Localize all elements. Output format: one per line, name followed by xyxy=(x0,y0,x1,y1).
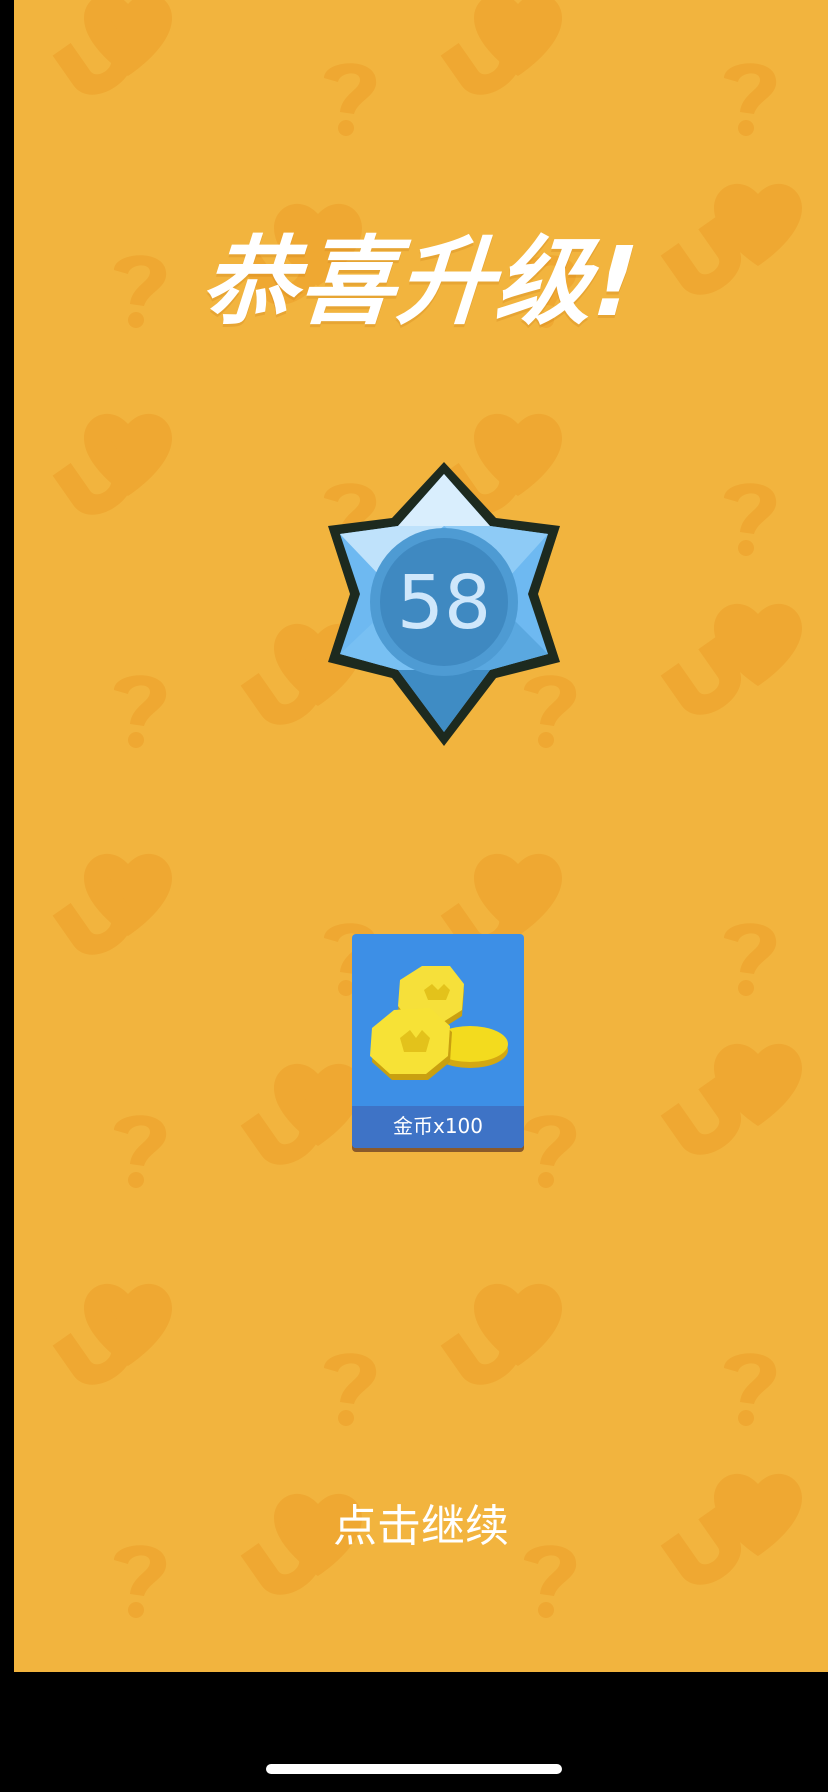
reward-card: 金币x100 xyxy=(352,934,524,1148)
home-indicator[interactable] xyxy=(266,1764,562,1774)
tap-to-continue[interactable]: 点击继续 xyxy=(14,1490,828,1554)
level-up-screen[interactable]: 恭喜升级! 58 金币x100 点击继续 xyxy=(14,0,828,1672)
level-badge: 58 xyxy=(328,462,560,746)
congrats-title: 恭喜升级! xyxy=(197,226,644,338)
gold-coins-icon xyxy=(370,966,508,1080)
reward-label: 金币x100 xyxy=(352,1106,524,1148)
level-number: 58 xyxy=(397,560,491,646)
